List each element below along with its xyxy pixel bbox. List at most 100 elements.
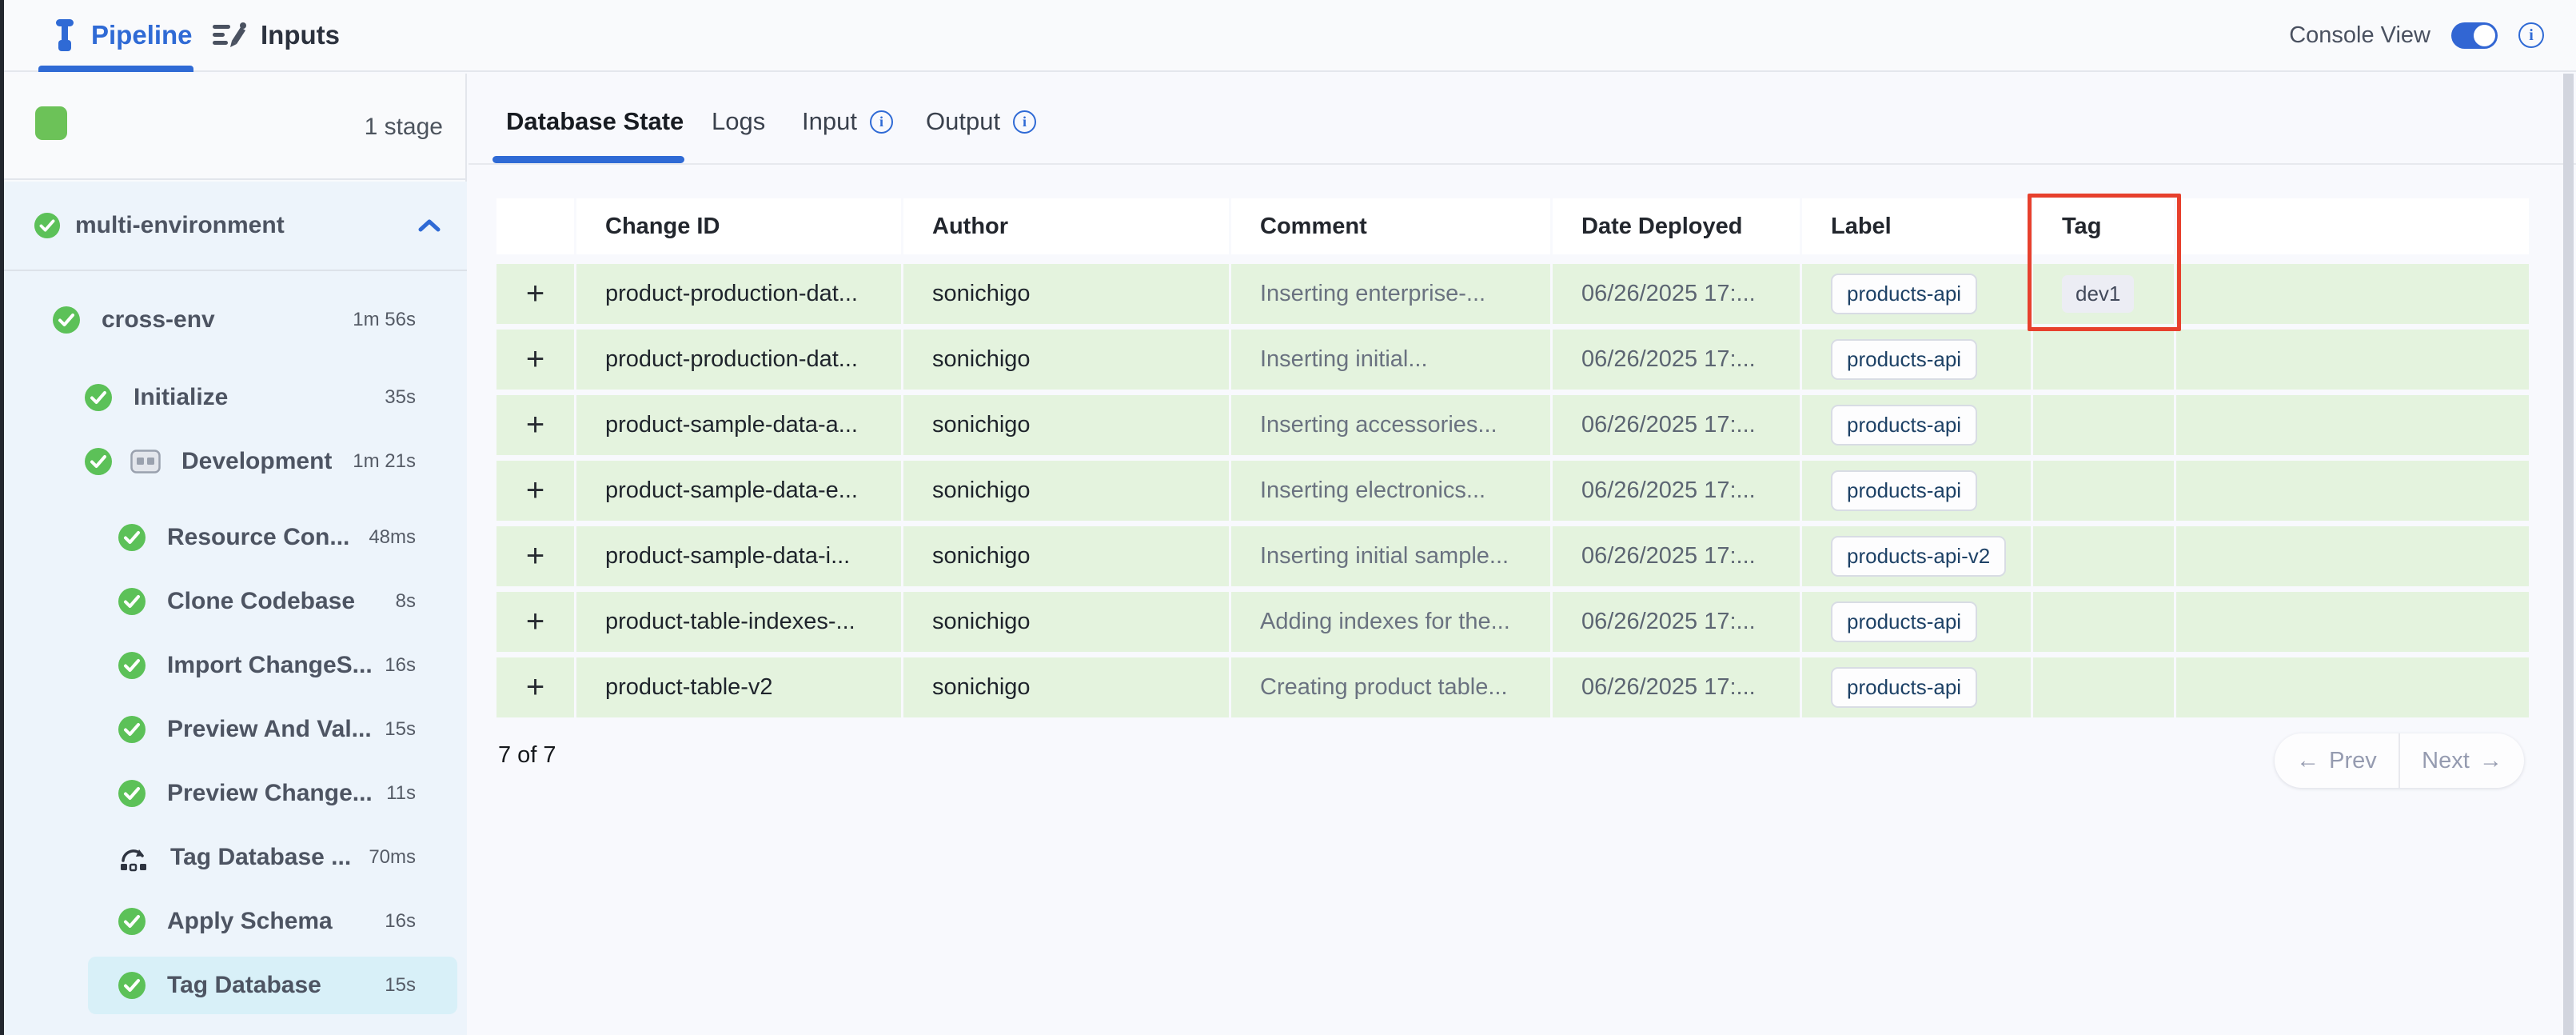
column-header-date-deployed: Date Deployed — [1553, 198, 1800, 254]
tab-inputs-label: Inputs — [261, 20, 340, 50]
pipeline-execution-page: Pipeline Inputs Console View i 1 stage m — [0, 0, 2576, 1035]
step-label: Development — [181, 448, 332, 475]
step-duration: 35s — [385, 386, 416, 409]
chevron-up-icon[interactable] — [417, 218, 441, 234]
cell-date-deployed: 06/26/2025 17:... — [1553, 330, 1800, 390]
step-duration: 15s — [385, 974, 416, 997]
sidebar-step-preview-and-val[interactable]: Preview And Val...15s — [0, 701, 467, 758]
tab-inputs[interactable]: Inputs — [213, 0, 340, 70]
console-view-control: Console View i — [2289, 0, 2544, 70]
next-button[interactable]: Next → — [2400, 733, 2524, 788]
barrier-step-icon — [118, 841, 150, 873]
cell-comment: Inserting initial sample... — [1231, 526, 1550, 586]
cell-empty — [2176, 526, 2529, 586]
column-header-empty — [496, 198, 574, 254]
sidebar-step-initialize[interactable]: Initialize 35s — [0, 369, 467, 426]
step-label: cross-env — [102, 306, 215, 334]
step-label: Apply Schema — [167, 908, 333, 935]
label-badge: products-api — [1831, 667, 1977, 708]
cell-label: products-api — [1802, 657, 2031, 717]
step-label: Import ChangeS... — [167, 652, 373, 679]
sidebar-step-development[interactable]: Development1m 21s — [0, 433, 467, 490]
step-label: Preview Change... — [167, 780, 373, 807]
database-state-table: Change IDAuthorCommentDate DeployedLabel… — [496, 198, 2529, 717]
sidebar-step-tag-database[interactable]: Tag Database 15s — [88, 957, 457, 1014]
column-header-label: Label — [1802, 198, 2031, 254]
stage-count-label: 1 stage — [365, 74, 443, 180]
sidebar-step-apply-schema[interactable]: Apply Schema 16s — [0, 893, 467, 950]
tag-column-highlight-box — [2028, 194, 2181, 331]
cell-tag — [2033, 330, 2174, 390]
row-expand-button[interactable]: + — [496, 592, 574, 652]
row-expand-button[interactable]: + — [496, 330, 574, 390]
stage-group-label: multi-environment — [75, 212, 285, 239]
sidebar-step-tag-database[interactable]: Tag Database ...70ms — [0, 829, 467, 886]
cell-tag — [2033, 526, 2174, 586]
output-info-icon[interactable]: i — [1013, 110, 1036, 134]
stage-group-multi-environment[interactable]: multi-environment — [0, 182, 467, 271]
row-expand-button[interactable]: + — [496, 461, 574, 521]
cell-comment: Inserting initial... — [1231, 330, 1550, 390]
success-check-icon — [118, 523, 146, 552]
label-badge: products-api — [1831, 601, 1977, 642]
step-label: Preview And Val... — [167, 716, 372, 743]
row-expand-button[interactable]: + — [496, 264, 574, 324]
label-badge: products-api — [1831, 339, 1977, 380]
tab-logs[interactable]: Logs — [712, 98, 765, 146]
cell-empty — [2176, 264, 2529, 324]
step-label: Clone Codebase — [167, 588, 355, 615]
sidebar-step-import-changes[interactable]: Import ChangeS...16s — [0, 637, 467, 694]
cell-author: sonichigo — [903, 657, 1229, 717]
cell-tag — [2033, 592, 2174, 652]
success-check-icon — [34, 212, 61, 239]
cell-date-deployed: 06/26/2025 17:... — [1553, 657, 1800, 717]
step-duration: 8s — [396, 590, 416, 613]
console-view-toggle[interactable] — [2451, 22, 2498, 49]
step-duration: 16s — [385, 910, 416, 933]
stage-status-square[interactable] — [35, 106, 67, 140]
sidebar-step-preview-change[interactable]: Preview Change...11s — [0, 765, 467, 822]
sidebar-step-resource-con[interactable]: Resource Con...48ms — [0, 509, 467, 566]
column-header-change-id: Change ID — [576, 198, 901, 254]
cell-change-id: product-table-v2 — [576, 657, 901, 717]
cell-date-deployed: 06/26/2025 17:... — [1553, 526, 1800, 586]
column-header-comment: Comment — [1231, 198, 1550, 254]
tab-input-label: Input — [802, 107, 857, 136]
execution-sidebar: 1 stage multi-environment cross-env1m 56… — [0, 74, 467, 1035]
console-view-info-icon[interactable]: i — [2518, 22, 2544, 48]
step-duration: 48ms — [369, 526, 416, 549]
step-label: Initialize — [134, 384, 228, 411]
row-expand-button[interactable]: + — [496, 395, 574, 455]
tab-database-state[interactable]: Database State — [506, 98, 684, 146]
cell-tag — [2033, 657, 2174, 717]
cell-label: products-api — [1802, 461, 2031, 521]
next-label: Next — [2422, 748, 2470, 774]
label-badge: products-api — [1831, 470, 1977, 511]
tab-pipeline[interactable]: Pipeline — [53, 0, 193, 70]
cell-comment: Inserting accessories... — [1231, 395, 1550, 455]
tab-input[interactable]: Input i — [802, 98, 893, 146]
sidebar-step-cross-env[interactable]: cross-env1m 56s — [0, 291, 467, 349]
cell-label: products-api — [1802, 592, 2031, 652]
cell-empty — [2176, 330, 2529, 390]
cell-empty — [2176, 461, 2529, 521]
cell-comment: Inserting electronics... — [1231, 461, 1550, 521]
label-badge: products-api — [1831, 405, 1977, 446]
cell-label: products-api-v2 — [1802, 526, 2031, 586]
tab-output[interactable]: Output i — [926, 98, 1036, 146]
tab-database-state-label: Database State — [506, 107, 684, 136]
cell-author: sonichigo — [903, 264, 1229, 324]
cell-label: products-api — [1802, 264, 2031, 324]
console-view-label: Console View — [2289, 22, 2430, 49]
vertical-scrollbar[interactable] — [2563, 74, 2574, 1035]
row-expand-button[interactable]: + — [496, 657, 574, 717]
cell-change-id: product-table-indexes-... — [576, 592, 901, 652]
step-label: Tag Database — [167, 972, 321, 999]
cell-author: sonichigo — [903, 461, 1229, 521]
input-info-icon[interactable]: i — [870, 110, 893, 134]
success-check-icon — [118, 715, 146, 744]
sidebar-step-clone-codebase[interactable]: Clone Codebase 8s — [0, 573, 467, 630]
label-badge: products-api — [1831, 274, 1977, 314]
prev-button[interactable]: ← Prev — [2275, 733, 2400, 788]
row-expand-button[interactable]: + — [496, 526, 574, 586]
